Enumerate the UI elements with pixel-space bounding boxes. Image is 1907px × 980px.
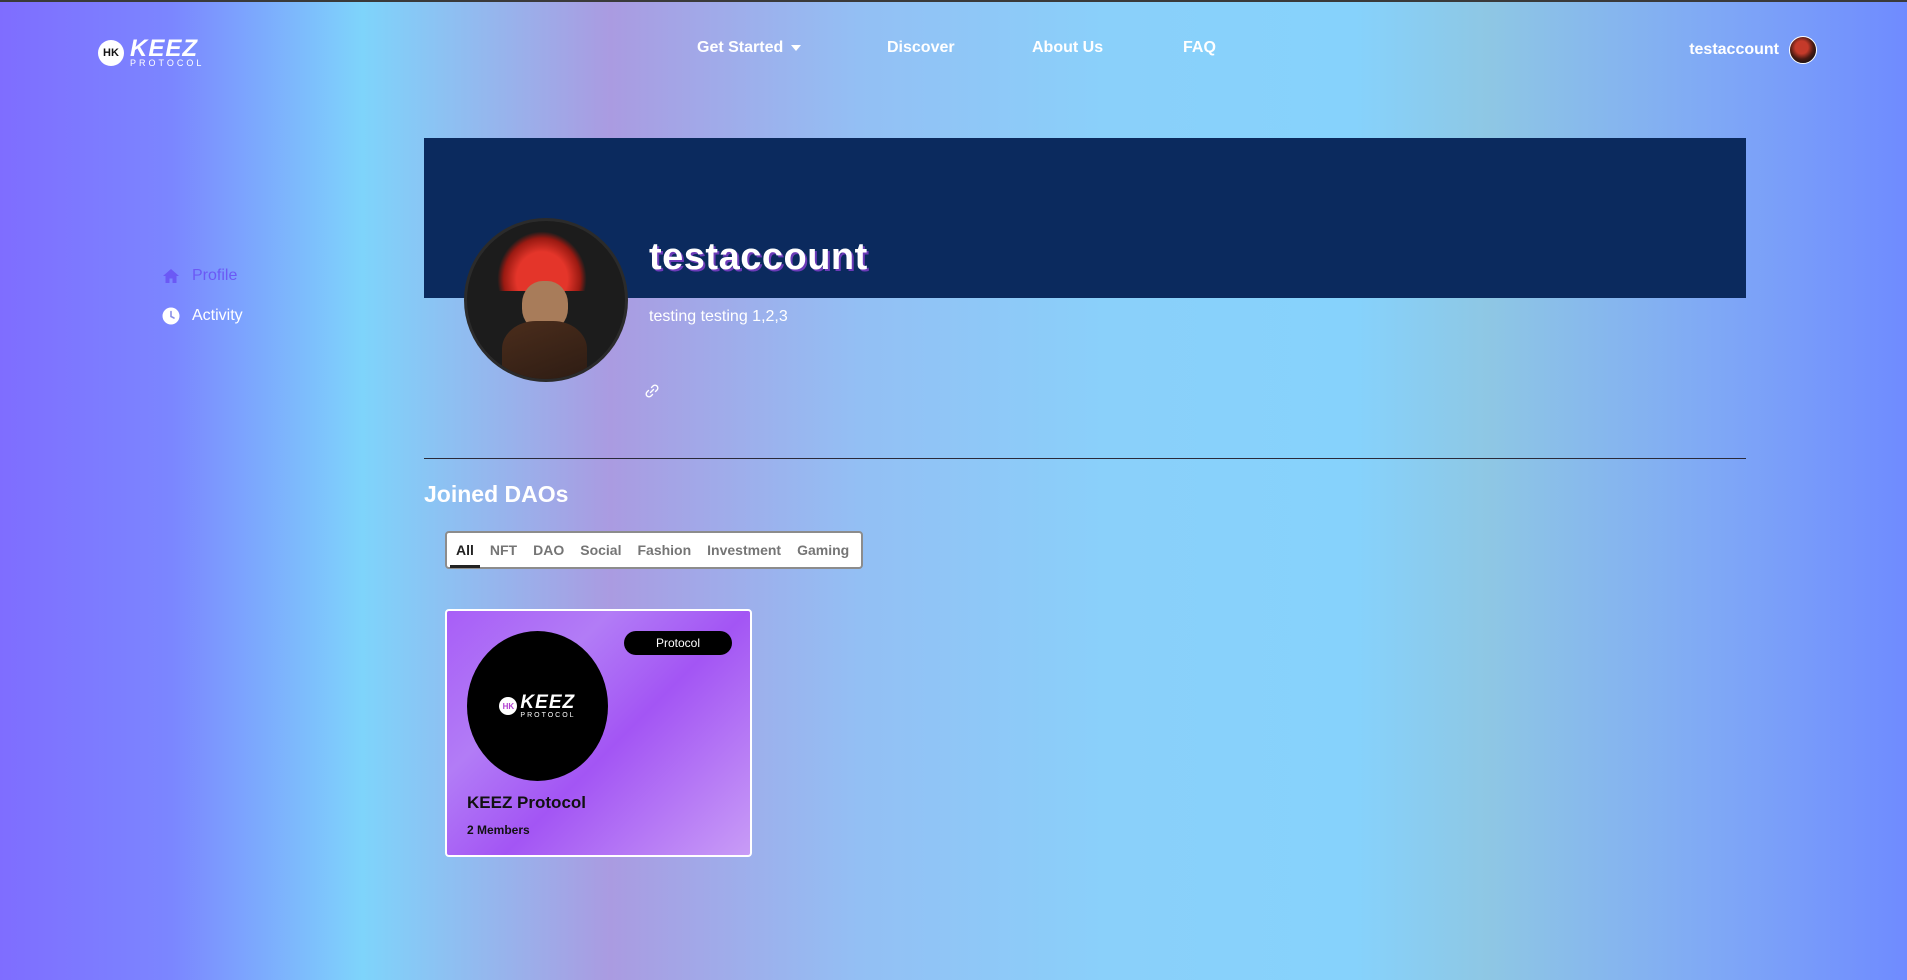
tab-social[interactable]: Social: [580, 533, 621, 567]
section-divider: [424, 458, 1746, 459]
nav-get-started[interactable]: Get Started: [697, 39, 802, 57]
nav-faq[interactable]: FAQ: [1183, 39, 1216, 57]
avatar: [1789, 36, 1817, 64]
profile-bio: testing testing 1,2,3: [649, 308, 788, 325]
tab-investment[interactable]: Investment: [707, 533, 781, 567]
dao-logo-badge-icon: HK: [499, 697, 518, 715]
category-tabs: All NFT DAO Social Fashion Investment Ga…: [445, 531, 863, 569]
profile-avatar: [464, 218, 628, 382]
dao-type-badge: Protocol: [624, 631, 732, 655]
keez-logo[interactable]: HK KEEZ PROTOCOL: [98, 37, 204, 68]
tab-dao[interactable]: DAO: [533, 533, 564, 567]
logo-wordmark: KEEZ PROTOCOL: [130, 37, 204, 68]
header-username: testaccount: [1689, 41, 1779, 58]
dao-logo: HK KEEZ PROTOCOL: [467, 631, 608, 781]
sidebar-item-profile[interactable]: Profile: [162, 267, 237, 285]
dao-members-count: 2 Members: [467, 823, 530, 837]
joined-daos-title: Joined DAOs: [424, 481, 569, 507]
dao-logo-main: KEEZ: [520, 692, 576, 713]
tab-nft[interactable]: NFT: [490, 533, 517, 567]
sidebar-item-label: Profile: [192, 267, 238, 284]
tab-all[interactable]: All: [450, 533, 480, 568]
window-top-border: [0, 0, 1907, 2]
home-icon: [162, 267, 180, 285]
user-menu[interactable]: testaccount: [1689, 36, 1817, 64]
sidebar-item-activity[interactable]: Activity: [162, 307, 243, 325]
nav-about-us[interactable]: About Us: [1032, 39, 1103, 57]
clock-icon: [162, 307, 180, 325]
dao-logo-sub: PROTOCOL: [520, 712, 576, 719]
chevron-down-icon: [791, 44, 802, 51]
dao-name: KEEZ Protocol: [467, 793, 587, 812]
tab-fashion[interactable]: Fashion: [637, 533, 691, 567]
logo-sub-text: PROTOCOL: [130, 58, 205, 68]
sidebar-item-label: Activity: [192, 307, 243, 324]
logo-badge-icon: HK: [98, 39, 124, 66]
nav-get-started-label: Get Started: [697, 39, 784, 56]
nav-discover[interactable]: Discover: [887, 39, 955, 57]
link-icon[interactable]: [643, 382, 661, 400]
tab-gaming[interactable]: Gaming: [797, 533, 849, 567]
profile-name: testaccount: [649, 236, 868, 278]
dao-card[interactable]: HK KEEZ PROTOCOL Protocol KEEZ Protocol …: [445, 609, 752, 857]
